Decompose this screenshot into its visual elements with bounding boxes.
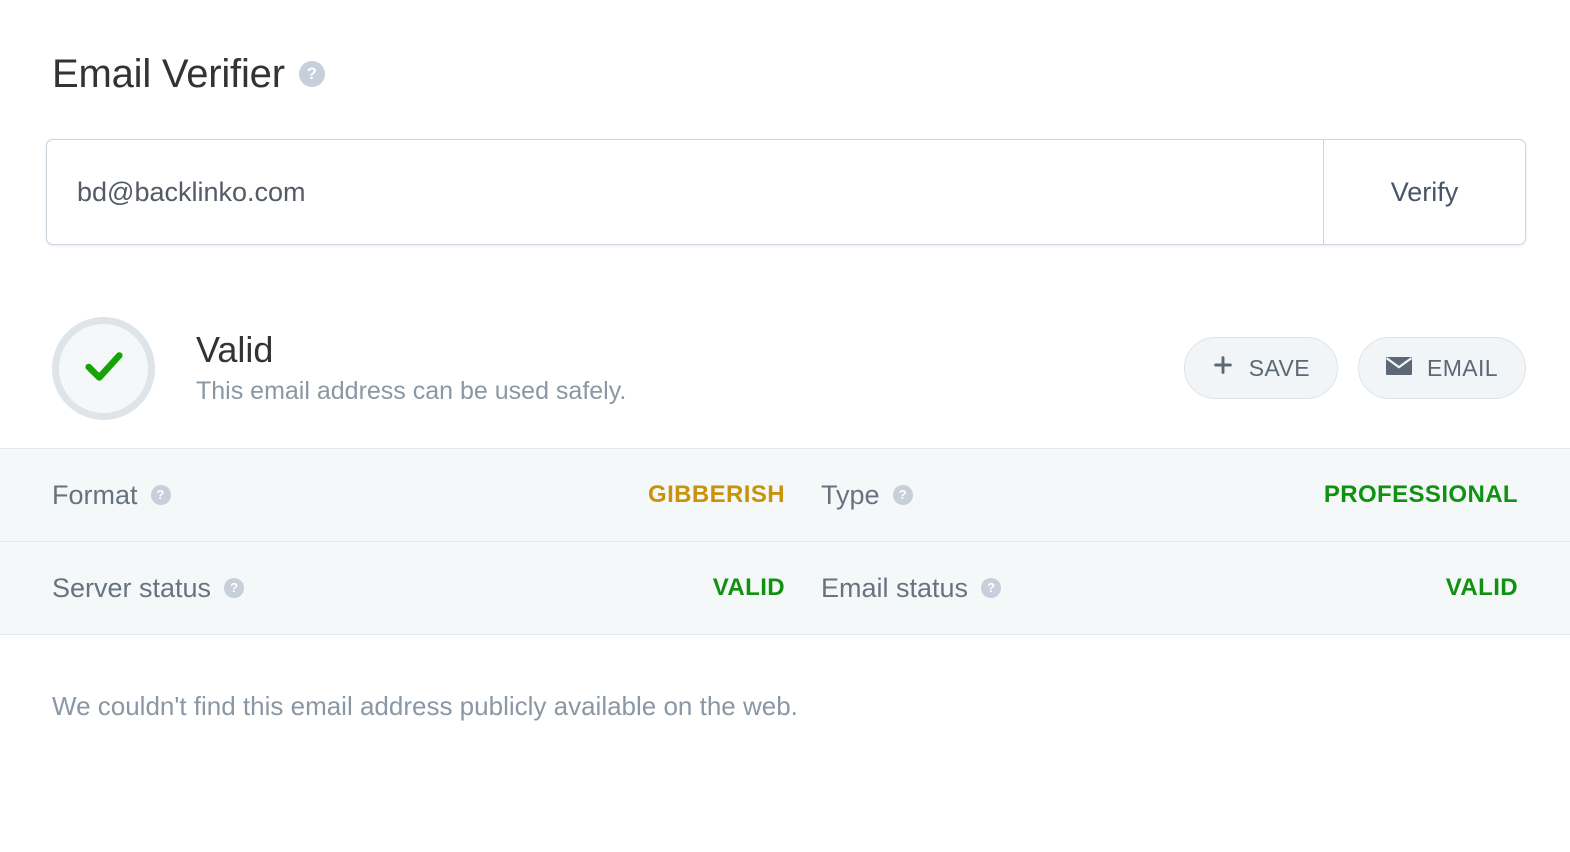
status-text-group: Valid This email address can be used saf… [196, 330, 626, 406]
envelope-icon [1386, 355, 1412, 382]
question-mark-icon[interactable]: ? [299, 61, 325, 87]
detail-label-type-text: Type [821, 480, 880, 511]
question-mark-icon[interactable]: ? [151, 485, 171, 505]
detail-value-format: GIBBERISH [648, 481, 785, 509]
footer-note: We couldn't find this email address publ… [52, 691, 1570, 722]
detail-label-format: Format ? [52, 480, 171, 511]
save-button[interactable]: SAVE [1184, 337, 1338, 399]
question-mark-icon[interactable]: ? [893, 485, 913, 505]
verification-details-table: Format ? GIBBERISH Type ? PROFESSIONAL S… [0, 448, 1570, 635]
detail-label-email-status-text: Email status [821, 573, 968, 604]
detail-cell-format: Format ? GIBBERISH [52, 449, 785, 541]
status-description: This email address can be used safely. [196, 376, 626, 406]
question-mark-icon[interactable]: ? [224, 578, 244, 598]
email-button-label: EMAIL [1427, 355, 1498, 382]
detail-value-email-status: VALID [1446, 574, 1518, 602]
email-button[interactable]: EMAIL [1358, 337, 1526, 399]
check-mark-icon [81, 343, 127, 394]
page-title: Email Verifier [52, 52, 285, 96]
page-header: Email Verifier ? [0, 0, 1570, 96]
plus-icon [1212, 354, 1234, 382]
detail-cell-type: Type ? PROFESSIONAL [785, 449, 1518, 541]
banner-actions: SAVE EMAIL [1184, 337, 1526, 399]
status-title: Valid [196, 330, 626, 370]
status-badge [52, 317, 155, 420]
detail-cell-email-status: Email status ? VALID [785, 542, 1518, 634]
detail-label-type: Type ? [821, 480, 913, 511]
detail-label-server-status-text: Server status [52, 573, 211, 604]
verification-result-banner: Valid This email address can be used saf… [0, 288, 1570, 448]
detail-label-email-status: Email status ? [821, 573, 1001, 604]
save-button-label: SAVE [1249, 355, 1310, 382]
question-mark-icon[interactable]: ? [981, 578, 1001, 598]
email-input[interactable] [47, 140, 1323, 244]
verify-button[interactable]: Verify [1323, 140, 1525, 244]
detail-value-server-status: VALID [713, 574, 785, 602]
detail-label-format-text: Format [52, 480, 138, 511]
detail-value-type: PROFESSIONAL [1324, 481, 1518, 509]
email-verify-form: Verify [46, 139, 1526, 245]
detail-cell-server-status: Server status ? VALID [52, 542, 785, 634]
table-row: Format ? GIBBERISH Type ? PROFESSIONAL [0, 449, 1570, 542]
table-row: Server status ? VALID Email status ? VAL… [0, 542, 1570, 635]
detail-label-server-status: Server status ? [52, 573, 244, 604]
